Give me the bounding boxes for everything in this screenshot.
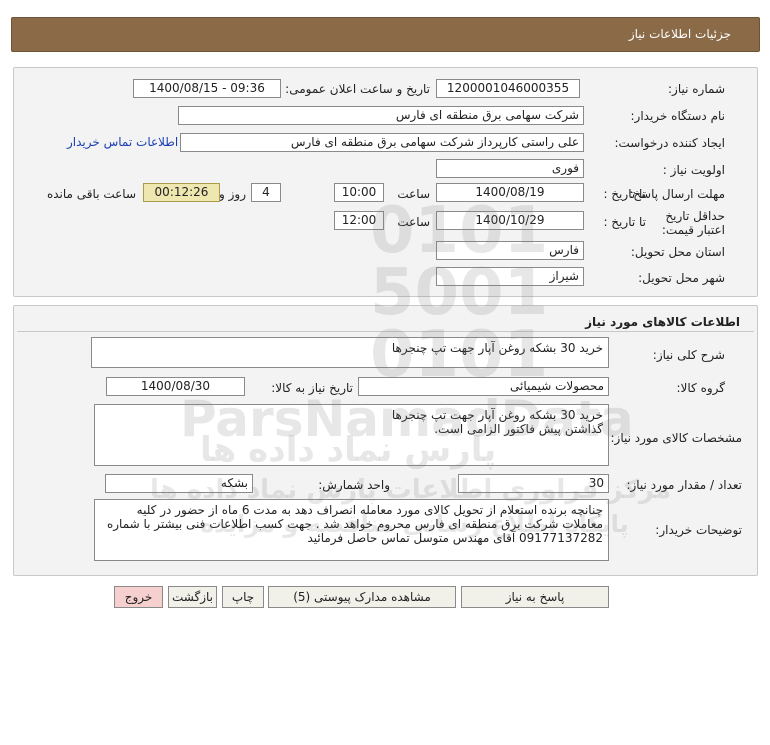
buyer-notes-field: چنانچه برنده استعلام از تحویل کالای مورد…: [94, 499, 609, 561]
announce-label: تاریخ و ساعت اعلان عمومی:: [285, 82, 430, 96]
reply-button[interactable]: پاسخ به نیاز: [461, 586, 609, 608]
general-desc-field: خرید 30 بشکه روغن آپار جهت تپ چنجرها: [91, 337, 609, 368]
deadline-time-field: 10:00: [334, 183, 384, 202]
validity-label: حداقل تاریخ اعتبار قیمت:: [661, 209, 725, 237]
creator-label: ایجاد کننده درخواست:: [614, 136, 725, 150]
exit-button[interactable]: خروج: [114, 586, 163, 608]
buyer-notes-label: توضیحات خریدار:: [655, 523, 742, 537]
qty-field: 30: [458, 474, 609, 493]
province-label: استان محل تحویل:: [630, 245, 725, 259]
days-label: روز و: [219, 187, 246, 201]
remaining-timer: 00:12:26: [143, 183, 220, 202]
validity-time-label: ساعت: [397, 215, 430, 229]
creator-field: علی راستی کارپرداز شرکت سهامی برق منطقه …: [180, 133, 584, 152]
goods-section-title: اطلاعات کالاهای مورد نیاز: [585, 315, 740, 329]
qty-label: تعداد / مقدار مورد نیاز:: [626, 478, 742, 492]
need-number-label: شماره نیاز:: [668, 82, 725, 96]
general-desc-label: شرح کلی نیاز:: [652, 348, 725, 362]
page-header: جزئیات اطلاعات نیاز: [11, 17, 760, 52]
back-button[interactable]: بازگشت: [168, 586, 217, 608]
priority-label: اولویت نیاز :: [662, 163, 725, 177]
need-number-field: 1200001046000355: [436, 79, 580, 98]
unit-label: واحد شمارش:: [318, 478, 390, 492]
group-label: گروه کالا:: [676, 381, 726, 395]
deadline-time-label: ساعت: [397, 187, 430, 201]
validity-date-field: 1400/10/29: [436, 211, 584, 230]
city-label: شهر محل تحویل:: [638, 271, 725, 285]
priority-field: فوری: [436, 159, 584, 178]
need-date-label: تاریخ نیاز به کالا:: [271, 381, 353, 395]
attachments-button[interactable]: مشاهده مدارک پیوستی (5): [268, 586, 456, 608]
specs-line-1: خرید 30 بشکه روغن آپار جهت تپ چنجرها: [391, 408, 603, 422]
remaining-label: ساعت باقی مانده: [46, 187, 136, 201]
announce-field: 1400/08/15 - 09:36: [133, 79, 281, 98]
goods-section-divider: [17, 331, 754, 332]
buyer-contact-link[interactable]: اطلاعات تماس خریدار: [67, 135, 178, 149]
days-remaining-field: 4: [251, 183, 281, 202]
specs-label: مشخصات کالای مورد نیاز:: [610, 431, 742, 445]
city-field: شیراز: [436, 267, 584, 286]
specs-line-2: گذاشتن پیش فاکتور الزامی است.: [434, 422, 603, 436]
need-info-panel: [13, 67, 758, 297]
buyer-org-label: نام دستگاه خریدار:: [630, 109, 726, 123]
deadline-date-field: 1400/08/19: [436, 183, 584, 202]
validity-time-field: 12:00: [334, 211, 384, 230]
specs-field: خرید 30 بشکه روغن آپار جهت تپ چنجرها گذا…: [94, 404, 609, 466]
unit-field: بشکه: [105, 474, 253, 493]
page-title: جزئیات اطلاعات نیاز: [628, 27, 731, 41]
group-field: محصولات شیمیائی: [358, 377, 609, 396]
need-date-field: 1400/08/30: [106, 377, 245, 396]
print-button[interactable]: چاپ: [222, 586, 264, 608]
deadline-to-date-label: تا تاریخ :: [603, 187, 646, 201]
province-field: فارس: [436, 241, 584, 260]
validity-to-date-label: تا تاریخ :: [603, 215, 646, 229]
buyer-org-field: شرکت سهامی برق منطقه ای فارس: [178, 106, 584, 125]
